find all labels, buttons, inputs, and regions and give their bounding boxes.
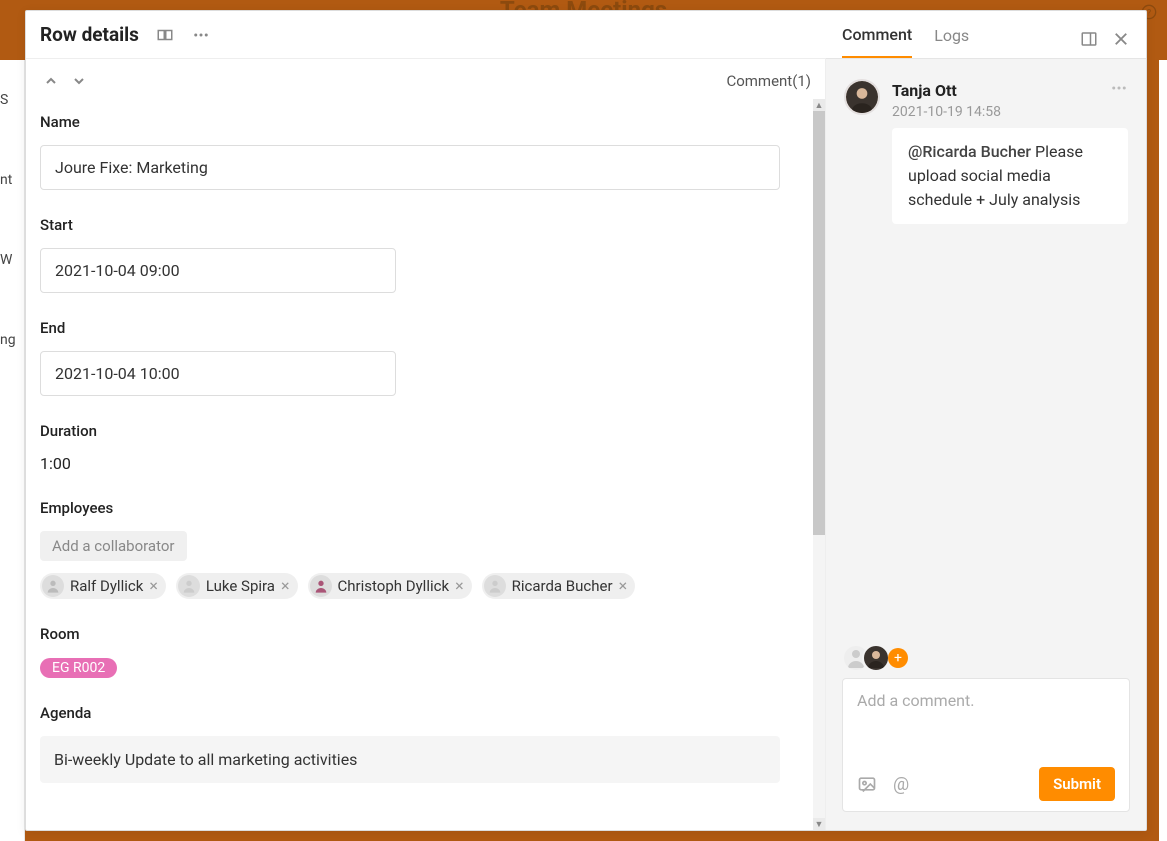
more-icon[interactable] (191, 25, 211, 45)
add-participant-icon[interactable]: + (888, 648, 908, 668)
comment-avatar (844, 79, 880, 115)
add-collaborator-button[interactable]: Add a collaborator (40, 531, 187, 561)
remove-employee-icon[interactable]: × (619, 578, 628, 594)
end-label: End (40, 319, 811, 337)
remove-employee-icon[interactable]: × (281, 578, 290, 594)
tab-comment[interactable]: Comment (842, 11, 912, 58)
duration-value: 1:00 (40, 454, 811, 473)
start-input[interactable] (40, 248, 396, 293)
field-agenda: Agenda Bi-weekly Update to all marketing… (40, 704, 811, 783)
employees-label: Employees (40, 499, 811, 517)
employee-chip: Ricarda Bucher × (482, 573, 636, 599)
duration-label: Duration (40, 422, 811, 440)
field-end: End (40, 319, 811, 396)
attach-image-icon[interactable] (857, 774, 877, 794)
modal-title: Row details (26, 23, 139, 46)
bg-row: W (0, 220, 24, 300)
avatar-icon (484, 575, 506, 597)
field-employees: Employees Add a collaborator Ralf Dyllic… (40, 499, 811, 599)
field-room: Room EG R002 (40, 625, 811, 678)
avatar-icon (310, 575, 332, 597)
scrollbar-thumb[interactable] (813, 111, 825, 535)
field-duration: Duration 1:00 (40, 422, 811, 473)
avatar-icon (178, 575, 200, 597)
bg-row: S (0, 60, 24, 140)
employee-chip: Ralf Dyllick × (40, 573, 166, 599)
comment-menu-icon[interactable] (1110, 79, 1128, 102)
room-pill[interactable]: EG R002 (40, 658, 117, 678)
submit-button[interactable]: Submit (1039, 767, 1115, 801)
agenda-label: Agenda (40, 704, 811, 722)
employee-chip: Christoph Dyllick × (308, 573, 472, 599)
expand-icon[interactable] (155, 25, 175, 45)
participant-avatar (862, 644, 890, 672)
collapse-panel-icon[interactable] (1080, 30, 1098, 48)
remove-employee-icon[interactable]: × (455, 578, 464, 594)
field-name: Name (40, 113, 811, 190)
employee-chip: Luke Spira × (176, 573, 298, 599)
details-pane: Comment(1) Name Start End (26, 59, 826, 830)
comment-author: Tanja Ott (892, 81, 957, 100)
comments-list: Tanja Ott 2021-10-19 14:58 @Ricarda Buch… (826, 59, 1146, 644)
employee-name: Ricarda Bucher (512, 577, 613, 595)
bg-row: nt (0, 140, 24, 220)
comment-count-link[interactable]: Comment(1) (726, 72, 811, 90)
details-topbar: Comment(1) (26, 59, 825, 99)
comment-text: @Ricarda Bucher Please upload social med… (892, 128, 1128, 224)
tab-logs[interactable]: Logs (934, 12, 969, 57)
next-row-button[interactable] (68, 70, 90, 92)
comment-time: 2021-10-19 14:58 (892, 104, 1128, 120)
field-start: Start (40, 216, 811, 293)
compose-area: + @ Submit (826, 644, 1146, 830)
scroll-down-icon[interactable]: ▼ (813, 818, 825, 830)
employee-name: Luke Spira (206, 577, 275, 595)
name-label: Name (40, 113, 811, 131)
compose-box: @ Submit (842, 678, 1130, 812)
comment-item: Tanja Ott 2021-10-19 14:58 @Ricarda Buch… (844, 79, 1128, 224)
mention-icon[interactable]: @ (893, 774, 909, 795)
employee-name: Christoph Dyllick (338, 577, 450, 595)
agenda-text[interactable]: Bi-weekly Update to all marketing activi… (40, 736, 780, 783)
avatar-icon (42, 575, 64, 597)
room-label: Room (40, 625, 811, 643)
end-input[interactable] (40, 351, 396, 396)
comment-input[interactable] (857, 691, 1115, 751)
row-details-modal: Row details Comment(1) (25, 10, 1147, 831)
name-input[interactable] (40, 145, 780, 190)
scroll-up-icon[interactable]: ▲ (813, 99, 825, 111)
prev-row-button[interactable] (40, 70, 62, 92)
participants-avatars: + (842, 644, 1130, 672)
start-label: Start (40, 216, 811, 234)
comment-mention: @Ricarda Bucher (908, 142, 1031, 161)
remove-employee-icon[interactable]: × (149, 578, 158, 594)
bg-row: ng (0, 300, 24, 380)
background-left-strip: S nt W ng (0, 60, 25, 841)
close-icon[interactable] (1112, 30, 1130, 48)
employee-name: Ralf Dyllick (70, 577, 143, 595)
comments-pane: Comment Logs (826, 59, 1146, 830)
background-right-strip (1159, 60, 1167, 841)
svg-text:?: ? (1147, 7, 1152, 18)
details-scroll-area: Name Start End Duration 1:00 (26, 99, 825, 830)
